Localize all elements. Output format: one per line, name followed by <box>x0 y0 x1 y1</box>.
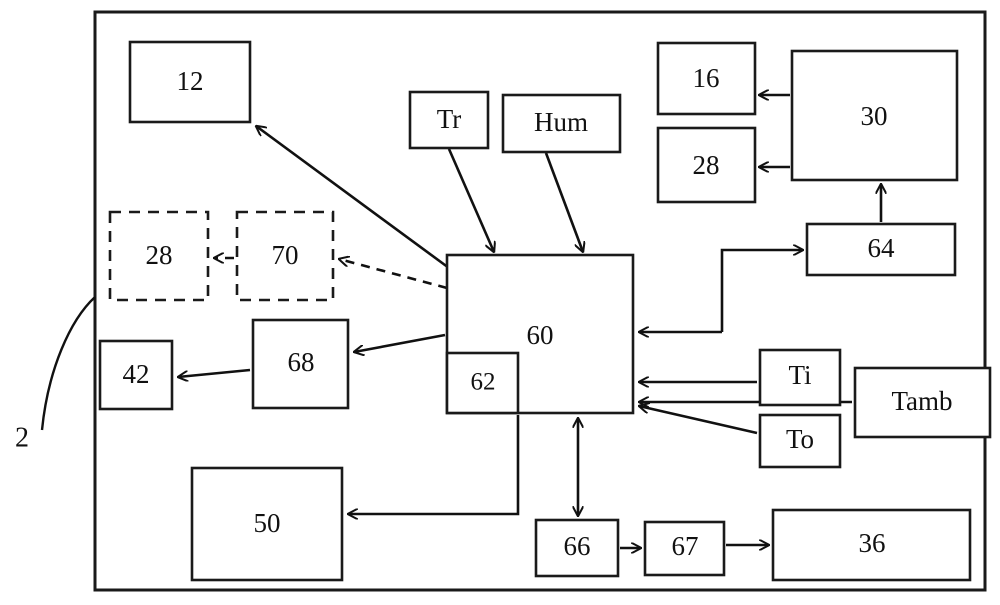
block-42[interactable]: 42 <box>98 339 174 411</box>
block-ti-label: Ti <box>788 360 811 390</box>
block-tr[interactable]: Tr <box>408 90 490 150</box>
block-50-label: 50 <box>254 508 281 538</box>
block-64-label: 64 <box>868 233 896 263</box>
block-28-right-label: 28 <box>693 150 720 180</box>
block-hum[interactable]: Hum <box>501 93 622 154</box>
block-60-label: 60 <box>527 320 554 350</box>
block-67-label: 67 <box>672 531 699 561</box>
block-16-label: 16 <box>693 63 720 93</box>
block-to-label: To <box>786 424 814 454</box>
block-ti[interactable]: Ti <box>758 348 842 407</box>
connector-62-to-50 <box>348 415 520 514</box>
block-12-label: 12 <box>177 66 204 96</box>
block-66-label: 66 <box>564 531 591 561</box>
block-16[interactable]: 16 <box>656 41 757 116</box>
block-tr-label: Tr <box>437 104 462 134</box>
connector-68-to-42 <box>178 368 251 377</box>
block-36[interactable]: 36 <box>771 508 972 582</box>
block-30-label: 30 <box>861 101 888 131</box>
block-to[interactable]: To <box>758 413 842 469</box>
figure-reference-label: 2 <box>15 422 29 453</box>
block-diagram: 12 Tr Hum 16 28 30 64 28 70 60 62 68 42 … <box>15 10 992 592</box>
connector-to-to-60 <box>639 406 758 435</box>
block-tamb-label: Tamb <box>891 386 952 416</box>
connector-tr-to-60 <box>447 148 494 252</box>
block-42-label: 42 <box>123 359 150 389</box>
block-66[interactable]: 66 <box>534 518 620 578</box>
block-68[interactable]: 68 <box>251 318 350 410</box>
block-tamb[interactable]: Tamb <box>853 366 992 439</box>
reference-leader-line <box>40 296 96 431</box>
block-70[interactable]: 70 <box>235 210 335 302</box>
block-28-right[interactable]: 28 <box>656 126 757 204</box>
block-62[interactable]: 62 <box>445 351 520 415</box>
connector-hum-to-60 <box>544 152 583 252</box>
block-70-label: 70 <box>272 240 299 270</box>
block-36-label: 36 <box>859 528 886 558</box>
figure-canvas: 12 Tr Hum 16 28 30 64 28 70 60 62 68 42 … <box>0 0 1000 605</box>
block-28-left-label: 28 <box>146 240 173 270</box>
block-30[interactable]: 30 <box>790 49 959 182</box>
block-62-label: 62 <box>471 369 496 396</box>
block-64[interactable]: 64 <box>805 222 957 277</box>
block-12[interactable]: 12 <box>128 40 252 124</box>
block-68-label: 68 <box>288 347 315 377</box>
block-50[interactable]: 50 <box>190 466 344 582</box>
connector-60-to-70 <box>339 259 448 290</box>
block-28-left[interactable]: 28 <box>108 210 210 302</box>
connector-60-to-68 <box>354 333 446 352</box>
connector-60-to-64 <box>720 250 803 332</box>
block-67[interactable]: 67 <box>643 520 726 577</box>
block-hum-label: Hum <box>534 107 588 137</box>
